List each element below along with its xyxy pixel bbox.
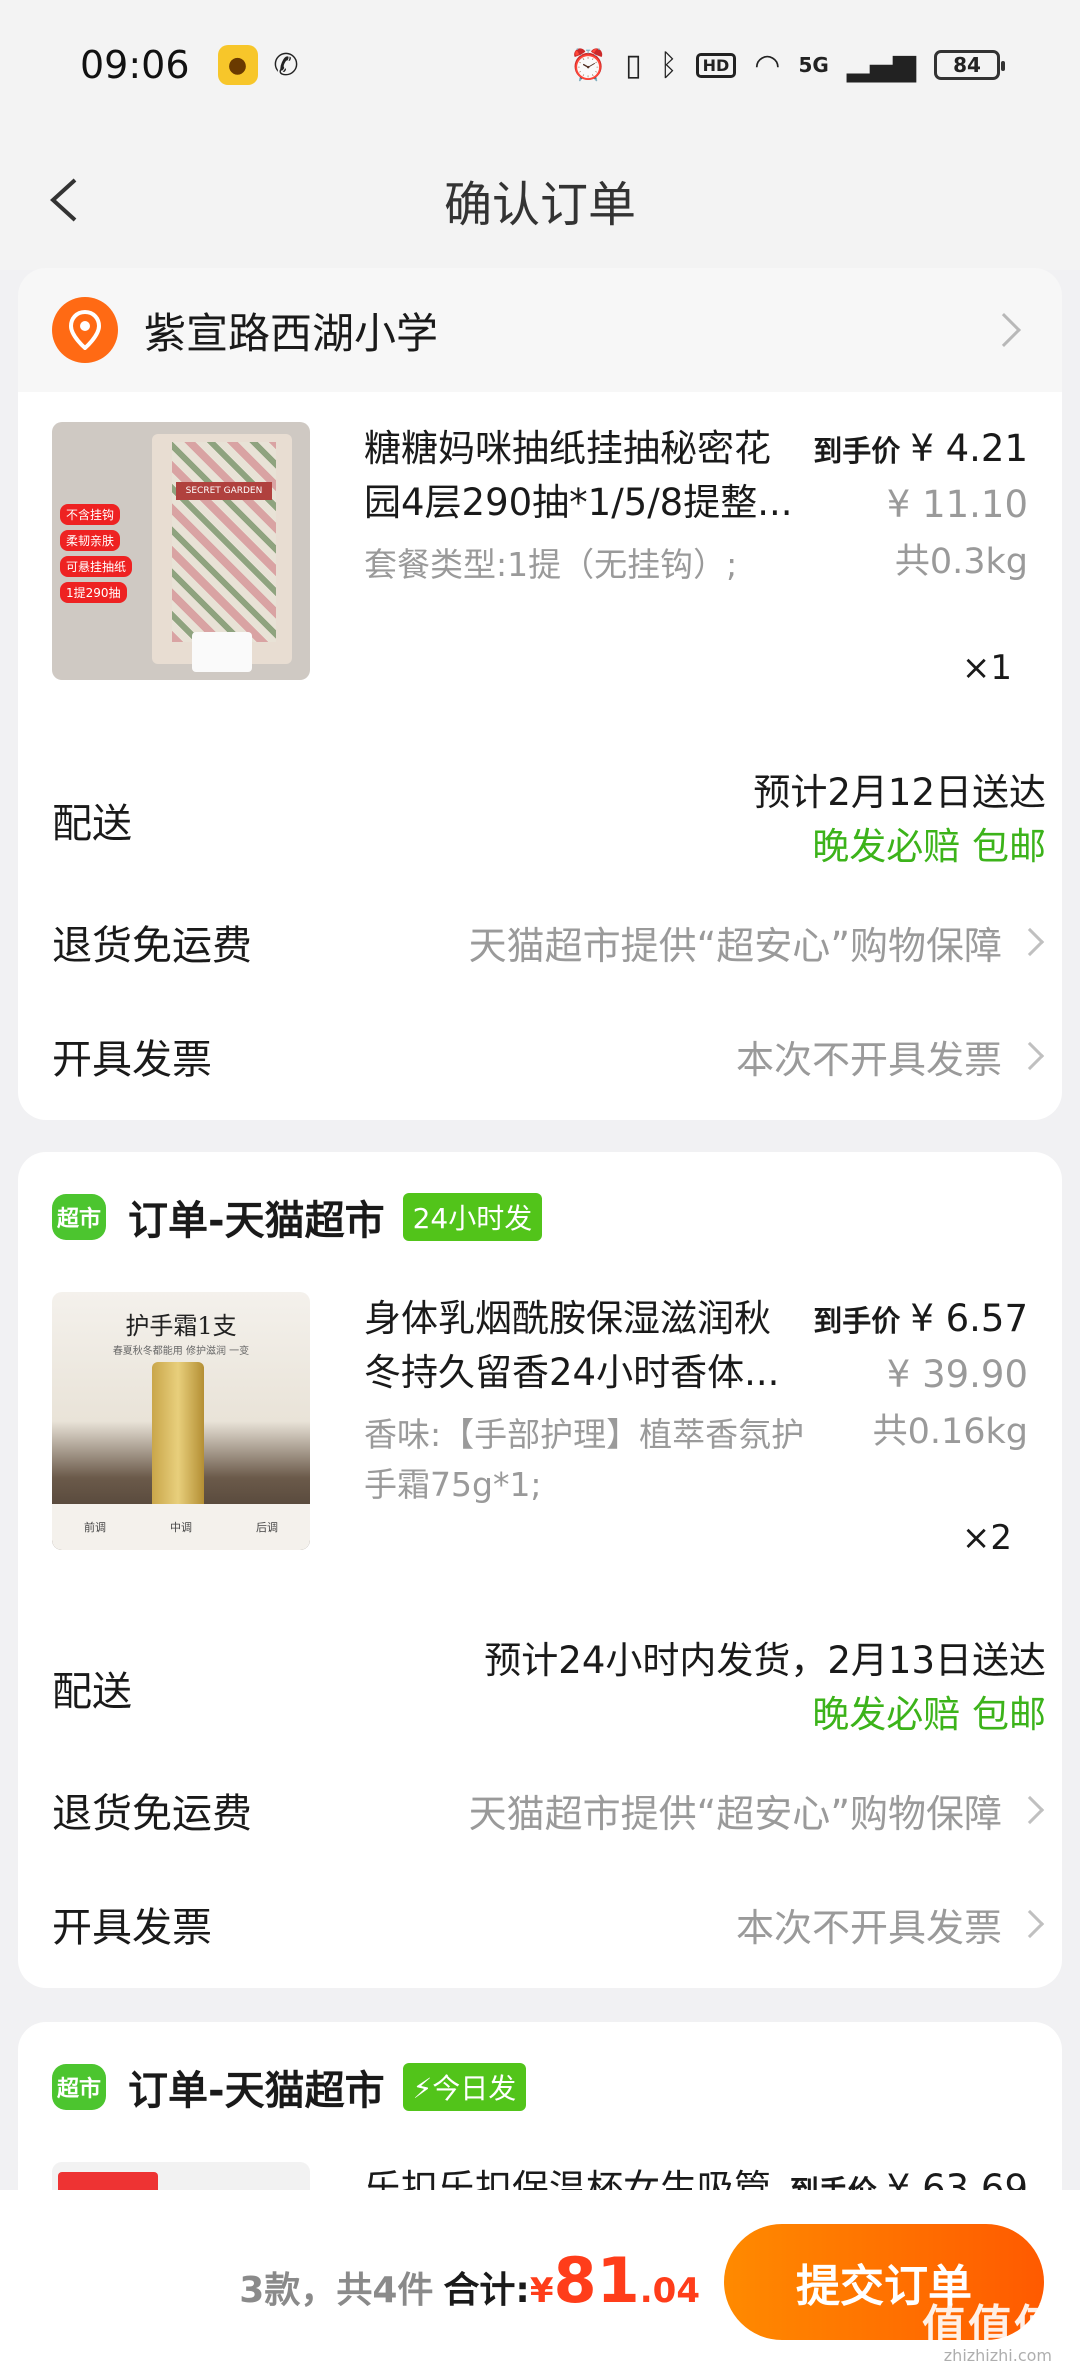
order-card-2: 超市 订单-天猫超市 24小时发 护手霜1支 春夏秋冬都能用 修护滋润 一变 前…: [18, 1152, 1062, 1988]
thumb-subtitle: 春夏秋冬都能用 修护滋润 一变: [112, 1346, 250, 1357]
final-price: ¥ 4.21: [910, 427, 1028, 470]
invoice-value: 本次不开具发票: [735, 1037, 1002, 1082]
product-image: SECRET GARDEN 不含挂钩 柔韧亲肤 可悬挂抽纸 1提290抽: [52, 422, 310, 680]
return-shipping-row[interactable]: 退货免运费 天猫超市提供“超安心”购物保障: [52, 1770, 1046, 1850]
thumb-tag: 可悬挂抽纸: [60, 556, 133, 577]
chevron-right-icon: [1015, 927, 1045, 957]
lightning-icon: ⚡: [412, 2072, 433, 2105]
price-block: 到手价 ¥ 4.21 ¥ 11.10 共0.3kg: [813, 422, 1028, 592]
thumb-tag: 柔韧亲肤: [60, 530, 121, 551]
wifi-icon: ◠: [754, 47, 781, 83]
watermark-url: zhizhizhi.com: [943, 2346, 1052, 2365]
status-time: 09:06: [80, 43, 190, 87]
checkout-bar: 3款，共4件 合计: ¥ 81 .04 提交订单: [0, 2190, 1080, 2376]
app-notification-icon: ●: [217, 45, 258, 85]
invoice-label: 开具发票: [52, 1037, 212, 1083]
store-header: 超市 订单-天猫超市 ⚡今日发: [52, 2058, 527, 2116]
price-label: 到手价: [813, 1304, 901, 1338]
delivery-date: 预计24小时内发货，2月13日送达: [484, 1639, 1046, 1682]
delivery-promise: 晚发必赔 包邮: [812, 825, 1046, 868]
quantity: ×2: [961, 1518, 1012, 1558]
ship-badge-label: 今日发: [432, 2072, 517, 2105]
product-option: 香味:【手部护理】植萃香氛护手霜75g*1;: [364, 1415, 805, 1504]
back-button[interactable]: [34, 170, 94, 230]
invoice-label: 开具发票: [52, 1905, 212, 1951]
status-bar: 09:06 ● ✆ ⏰ ▯ ᛒ HD ◠ 5G ▂▄▆ 84: [0, 0, 1080, 130]
watermark: 值值值: [922, 2301, 1060, 2352]
battery-icon: 84: [934, 50, 1005, 80]
invoice-row[interactable]: 开具发票 本次不开具发票: [52, 1884, 1046, 1964]
alarm-icon: ⏰: [569, 47, 608, 83]
thumb-brand: SECRET GARDEN: [176, 482, 272, 500]
return-shipping-row[interactable]: 退货免运费 天猫超市提供“超安心”购物保障: [52, 902, 1046, 982]
tmall-supermarket-logo: 超市: [52, 2064, 106, 2110]
thumb-note: 后调: [256, 1521, 278, 1534]
thumb-note: 中调: [170, 1521, 192, 1534]
store-header: 超市 订单-天猫超市 24小时发: [52, 1188, 543, 1246]
total-integer: 81: [553, 2244, 640, 2317]
return-label: 退货免运费: [52, 923, 252, 969]
bluetooth-icon: ᛒ: [659, 47, 678, 83]
return-label: 退货免运费: [52, 1791, 252, 1837]
quantity: ×1: [961, 648, 1012, 688]
location-pin-icon: [52, 297, 118, 363]
product-title: 身体乳烟酰胺保湿滋润秋冬持久留香24小时香体...: [364, 1297, 780, 1394]
product-row[interactable]: 护手霜1支 春夏秋冬都能用 修护滋润 一变 前调 中调 后调 身体乳烟酰胺保湿滋…: [52, 1292, 1028, 1558]
address-text: 紫宣路西湖小学: [144, 308, 439, 358]
back-arrow-icon: [50, 178, 77, 222]
store-name: 订单-天猫超市: [128, 2068, 385, 2114]
item-count: 3款，共4件: [239, 2270, 434, 2311]
chevron-right-icon: [1015, 1909, 1045, 1939]
hd-icon: HD: [695, 52, 737, 78]
delivery-row: 配送 预计24小时内发货，2月13日送达 晚发必赔 包邮: [52, 1628, 1046, 1748]
address-selector[interactable]: 紫宣路西湖小学: [18, 268, 1062, 392]
thumb-note: 前调: [84, 1521, 106, 1534]
total-label: 合计:: [443, 2270, 530, 2311]
chevron-right-icon: [987, 313, 1021, 347]
delivery-date: 预计2月12日送达: [753, 771, 1046, 814]
weight: 共0.3kg: [894, 542, 1028, 582]
store-name: 订单-天猫超市: [128, 1198, 385, 1244]
delivery-promise: 晚发必赔 包邮: [812, 1693, 1046, 1736]
chevron-right-icon: [1015, 1041, 1045, 1071]
return-value: 天猫超市提供“超安心”购物保障: [468, 923, 1002, 968]
thumb-heading: 护手霜1支: [125, 1312, 237, 1340]
thumb-tag: 1提290抽: [60, 582, 127, 603]
delivery-row: 配送 预计2月12日送达 晚发必赔 包邮: [52, 760, 1046, 880]
invoice-row[interactable]: 开具发票 本次不开具发票: [52, 1016, 1046, 1096]
tmall-supermarket-logo: 超市: [52, 1194, 106, 1240]
price-block: 到手价 ¥ 6.57 ¥ 39.90 共0.16kg: [813, 1292, 1028, 1462]
status-icons: ⏰ ▯ ᛒ HD ◠ 5G ▂▄▆ 84: [569, 47, 1005, 83]
invoice-value: 本次不开具发票: [735, 1905, 1002, 1950]
total-decimal: .04: [639, 2271, 700, 2311]
ship-badge: ⚡今日发: [402, 2063, 527, 2111]
page-title: 确认订单: [443, 177, 636, 233]
delivery-label: 配送: [52, 801, 132, 847]
product-option: 套餐类型:1提（无挂钩）;: [364, 545, 738, 584]
network-label: 5G: [798, 53, 829, 77]
product-row[interactable]: SECRET GARDEN 不含挂钩 柔韧亲肤 可悬挂抽纸 1提290抽 糖糖妈…: [52, 422, 1028, 688]
vibrate-icon: ▯: [625, 47, 642, 83]
signal-icon: ▂▄▆: [846, 47, 916, 83]
total-currency: ¥: [529, 2271, 554, 2311]
order-summary: 3款，共4件 合计: ¥ 81 .04: [239, 2244, 700, 2317]
return-value: 天猫超市提供“超安心”购物保障: [468, 1791, 1002, 1836]
price-label: 到手价: [813, 434, 901, 468]
wechat-icon: ✆: [273, 47, 299, 83]
final-price: ¥ 6.57: [910, 1297, 1028, 1340]
original-price: ¥ 39.90: [886, 1353, 1028, 1396]
ship-badge: 24小时发: [402, 1193, 543, 1241]
product-title: 糖糖妈咪抽纸挂抽秘密花园4层290抽*1/5/8提整...: [364, 427, 793, 524]
order-card-1: SECRET GARDEN 不含挂钩 柔韧亲肤 可悬挂抽纸 1提290抽 糖糖妈…: [18, 392, 1062, 1120]
nav-bar: 确认订单: [0, 130, 1080, 270]
original-price: ¥ 11.10: [886, 483, 1028, 526]
delivery-label: 配送: [52, 1669, 132, 1715]
weight: 共0.16kg: [872, 1412, 1028, 1452]
product-image: 护手霜1支 春夏秋冬都能用 修护滋润 一变 前调 中调 后调: [52, 1292, 310, 1550]
chevron-right-icon: [1015, 1795, 1045, 1825]
thumb-tag: 不含挂钩: [60, 504, 121, 525]
